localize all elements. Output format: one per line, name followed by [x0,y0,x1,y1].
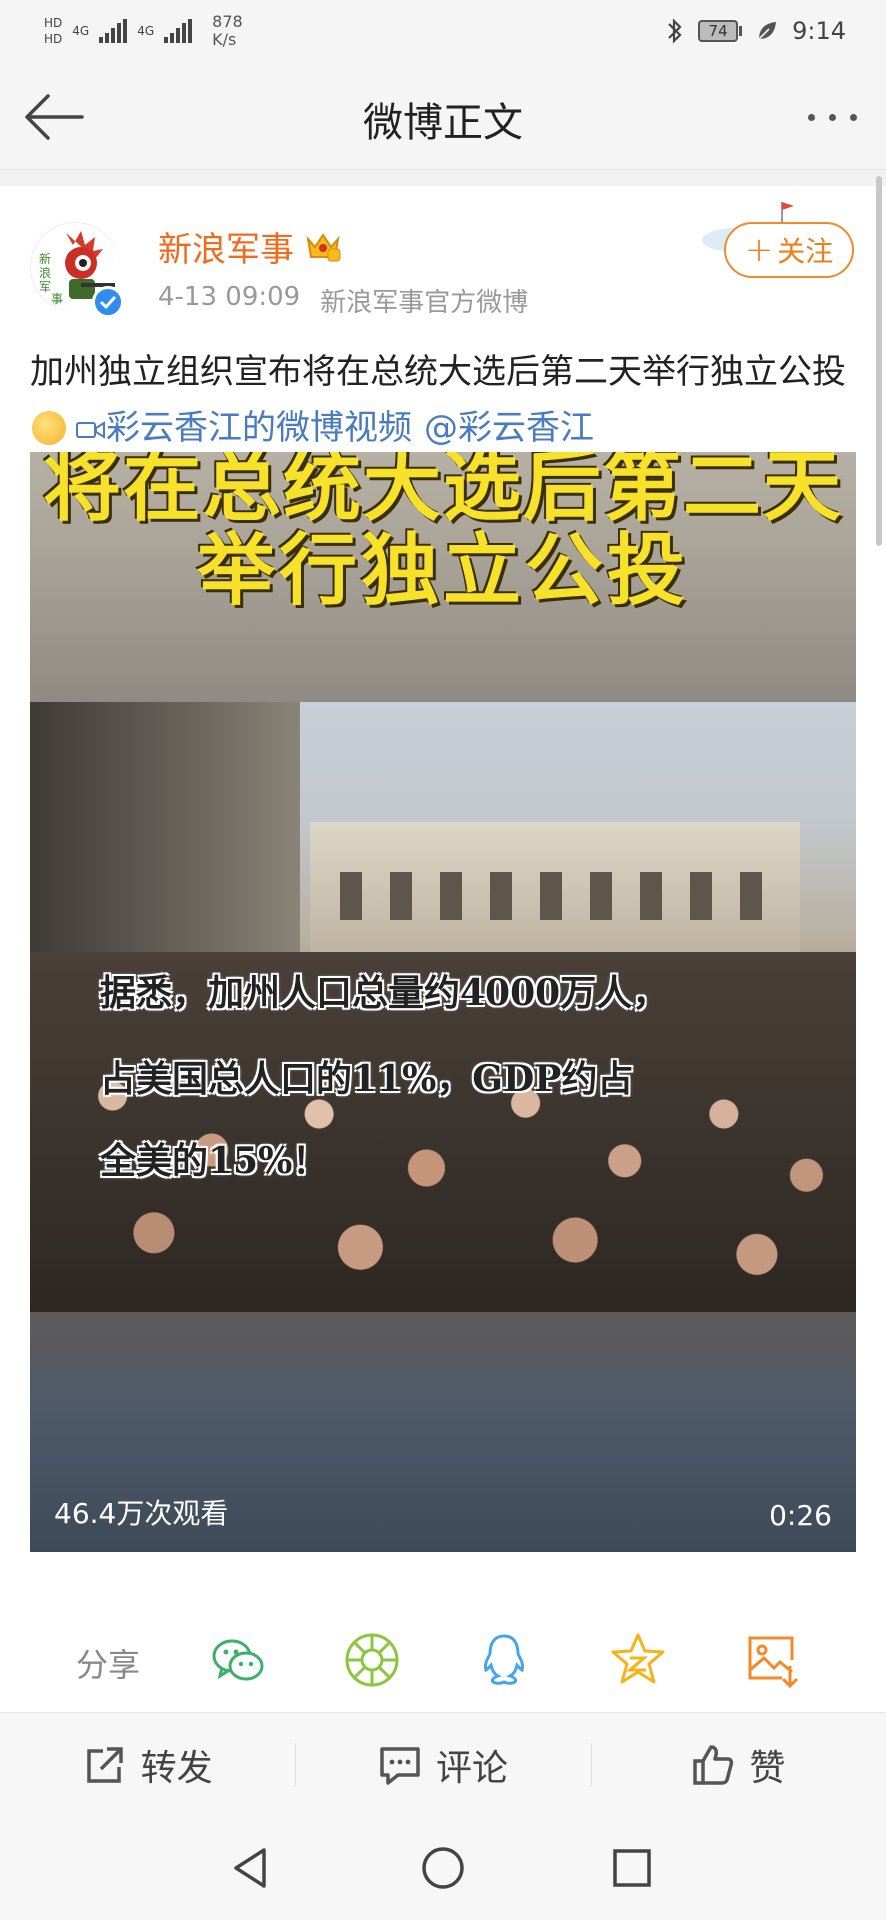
like-label: 赞 [749,1747,786,1789]
video-title-line-2: 举行独立公投 [196,526,689,616]
network-type-b: 4G [137,24,154,38]
post-card: 新 浪 军 事 新浪军事 4-13 09:09 新浪军事官方微博 + 关注 加州… [0,186,886,1712]
system-recents-icon[interactable] [608,1844,656,1892]
bluetooth-icon [668,18,682,44]
repost-button[interactable]: 转发 [0,1713,295,1816]
status-bar: HD HD 4G 4G 878 K/s 74 9:14 [0,0,886,62]
hd-label-2: HD [44,32,63,46]
moments-icon[interactable] [342,1630,402,1690]
follow-label: 关注 [777,235,834,268]
more-dots-icon [807,113,815,121]
video-camera-icon [76,421,105,439]
svg-text:事: 事 [51,292,63,306]
qq-icon[interactable] [474,1630,534,1690]
more-options-button[interactable] [800,102,864,132]
save-image-icon[interactable] [742,1630,802,1690]
battery-icon: 74 [698,20,743,42]
svg-text:新: 新 [39,251,51,266]
speed-unit: K/s [212,30,237,49]
follow-button[interactable]: + 关注 [724,222,854,278]
wechat-icon[interactable] [208,1630,268,1690]
repost-label: 转发 [140,1747,213,1789]
post-time: 4-13 09:09 [158,282,301,312]
status-left: HD HD 4G 4G 878 K/s [44,13,243,49]
post-body: 加州独立组织宣布将在总统大选后第二天举行独立公投 [30,352,846,392]
thumbs-up-icon [693,1744,734,1785]
like-button[interactable]: 赞 [590,1713,886,1816]
svg-text:军: 军 [39,280,51,294]
svg-text:浪: 浪 [39,265,51,280]
video-link[interactable]: 彩云香江的微博视频 [106,408,412,448]
verified-badge-icon [92,286,124,318]
video-title-area: 将在总统大选后第二天 举行独立公投 [30,452,856,702]
scrollbar[interactable] [876,176,882,546]
drooling-face-emoji-icon [32,411,66,445]
system-back-icon[interactable] [228,1844,276,1892]
hd-label-1: HD [44,16,63,30]
comment-button[interactable]: 评论 [295,1713,590,1816]
username[interactable]: 新浪军事 [158,222,294,271]
share-row: 分享 [0,1620,886,1700]
video-caption-line-2: 占美国总人口的11%，GDP约占 [100,1058,634,1100]
qzone-star-icon[interactable] [608,1630,668,1690]
username-row: 新浪军事 [158,222,342,271]
video-player[interactable]: 将在总统大选后第二天 举行独立公投 据悉，加州人口总量约4000万人， 占美国总… [30,452,856,1552]
network-type: 4G [72,24,89,38]
hd-indicators: HD HD [44,16,62,46]
plus-icon: + [744,230,774,270]
comment-icon [380,1746,420,1785]
post-text: 加州独立组织宣布将在总统大选后第二天举行独立公投彩云香江的微博视频 @彩云香江 [30,344,856,456]
video-duration: 0:26 [769,1499,832,1532]
clock: 9:14 [792,17,846,45]
mention-link[interactable]: @彩云香江 [424,408,594,448]
repost-icon [86,1746,123,1783]
network-type-1: 4G [72,24,90,38]
speed-value: 878 [212,12,243,31]
network-speed: 878 K/s [212,13,243,49]
video-caption-line-3: 全美的15%！ [100,1140,329,1182]
post-source: 新浪军事官方微博 [320,288,529,318]
share-label: 分享 [76,1646,141,1684]
top-nav-bar: 微博正文 [0,62,886,170]
leaf-icon [758,22,777,40]
system-nav-bar [0,1816,886,1920]
signal-icon [99,19,128,43]
system-home-icon[interactable] [419,1844,467,1892]
post-meta: 4-13 09:09 新浪军事官方微博 [158,282,528,319]
network-type-2: 4G [137,24,155,38]
comment-label: 评论 [435,1747,508,1789]
battery-level: 74 [698,20,739,42]
status-right: 74 9:14 [666,17,846,45]
vip-crown-icon [306,232,341,261]
video-caption-line-1: 据悉，加州人口总量约4000万人， [100,972,669,1014]
page-title: 微博正文 [363,100,523,146]
view-count: 46.4万次观看 [54,1497,229,1530]
video-frame-photo: 据悉，加州人口总量约4000万人， 占美国总人口的11%，GDP约占 全美的15… [30,702,856,1312]
bottom-action-bar: 转发 评论 赞 [0,1712,886,1816]
signal-icon-2 [164,19,193,43]
